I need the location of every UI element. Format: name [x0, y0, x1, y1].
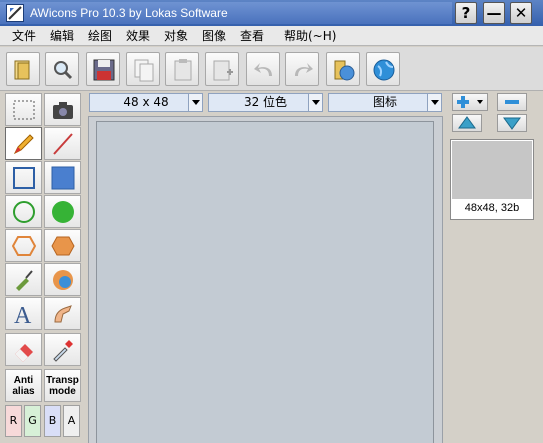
menu-view[interactable]: 查看 [240, 26, 264, 46]
text-tool[interactable]: A [5, 297, 42, 330]
pencil-tool[interactable] [5, 127, 42, 160]
chevron-down-icon [427, 94, 441, 111]
color-replace-tool[interactable] [44, 263, 81, 296]
zoom-icon [54, 61, 73, 80]
antialias-toggle[interactable]: Anti alias [5, 369, 42, 402]
rectangle-tool[interactable] [5, 161, 42, 194]
move-down-button[interactable] [497, 114, 527, 132]
zoom-button[interactable] [45, 52, 79, 86]
filled-ellipse-tool[interactable] [44, 195, 81, 228]
capture-tool[interactable] [44, 93, 81, 126]
undo-icon [254, 63, 272, 76]
open-button[interactable] [6, 52, 40, 86]
preview-thumbnail [452, 141, 532, 199]
web-icon [373, 59, 395, 81]
channel-r[interactable]: R [5, 405, 22, 437]
eraser-icon [15, 344, 33, 362]
menu-image[interactable]: 图像 [202, 26, 226, 46]
menu-edit[interactable]: 编辑 [50, 26, 74, 46]
open-icon [14, 60, 30, 80]
ellipse-icon [13, 201, 35, 223]
hexagon-icon [12, 236, 36, 256]
polygon-tool[interactable] [5, 229, 42, 262]
add-format-button[interactable] [452, 93, 488, 111]
plus-icon [457, 96, 483, 108]
channel-a[interactable]: A [63, 405, 80, 437]
help-button[interactable]: ? [455, 2, 477, 24]
filled-hexagon-icon [51, 236, 75, 256]
chevron-down-icon [308, 94, 322, 111]
size-select-value: 48 x 48 [123, 95, 169, 109]
menu-effects[interactable]: 效果 [126, 26, 150, 46]
channel-g[interactable]: G [24, 405, 41, 437]
move-up-button[interactable] [452, 114, 482, 132]
eraser-tool[interactable] [5, 333, 42, 366]
pencil-icon [13, 134, 34, 155]
filled-ellipse-icon [52, 201, 74, 223]
filled-polygon-tool[interactable] [44, 229, 81, 262]
transparency-mode-toggle[interactable]: Transp mode [44, 369, 81, 402]
copy-button[interactable] [126, 52, 160, 86]
color-picker-tool[interactable] [44, 333, 81, 366]
filled-rectangle-icon [51, 166, 75, 190]
menu-file[interactable]: 文件 [12, 26, 36, 46]
format-preview[interactable]: 48x48, 32b [450, 139, 534, 220]
depth-select[interactable]: 32 位色 [208, 93, 323, 112]
web-button[interactable] [366, 52, 400, 86]
menu-help[interactable]: 帮助(~H) [284, 26, 336, 46]
size-select[interactable]: 48 x 48 [89, 93, 203, 112]
eyedropper-icon [53, 340, 73, 362]
color-replace-icon [53, 270, 73, 290]
finger-tool[interactable] [44, 297, 81, 330]
select-tool[interactable] [5, 93, 42, 126]
arrow-down-icon [503, 117, 521, 130]
drawing-canvas[interactable] [96, 121, 434, 443]
paste-icon [174, 59, 192, 81]
window-title: AWicons Pro 10.3 by Lokas Software [0, 2, 452, 24]
close-button[interactable]: ✕ [510, 2, 532, 24]
filled-rectangle-tool[interactable] [44, 161, 81, 194]
library-icon [334, 60, 355, 81]
redo-icon [295, 63, 313, 76]
copy-icon [134, 59, 154, 82]
paste-new-button[interactable] [205, 52, 239, 86]
ellipse-tool[interactable] [5, 195, 42, 228]
menu-bar: 文件 编辑 绘图 效果 对象 图像 查看 帮助(~H) [0, 26, 543, 46]
text-icon: A [14, 303, 32, 326]
select-icon [13, 100, 35, 120]
app-icon [6, 4, 24, 22]
rectangle-icon [13, 167, 35, 189]
save-button[interactable] [86, 52, 120, 86]
svg-text:A: A [14, 303, 32, 326]
chevron-down-icon [188, 94, 202, 111]
toolbar [0, 47, 543, 91]
minimize-button[interactable]: — [483, 2, 505, 24]
title-bar: AWicons Pro 10.3 by Lokas Software ? — ✕ [0, 0, 543, 26]
redo-button[interactable] [285, 52, 319, 86]
depth-select-value: 32 位色 [243, 95, 288, 109]
airbrush-tool[interactable] [5, 263, 42, 296]
line-icon [53, 133, 73, 155]
hand-icon [54, 305, 72, 323]
airbrush-icon [16, 270, 33, 291]
camera-icon [53, 102, 73, 119]
preview-label: 48x48, 32b [464, 202, 520, 214]
paste-new-icon [213, 60, 233, 81]
line-tool[interactable] [44, 127, 81, 160]
save-icon [93, 59, 115, 81]
menu-object[interactable]: 对象 [164, 26, 188, 46]
undo-button[interactable] [246, 52, 280, 86]
type-select[interactable]: 图标 [328, 93, 442, 112]
remove-format-button[interactable] [497, 93, 527, 111]
type-select-value: 图标 [372, 95, 397, 109]
channel-b[interactable]: B [44, 405, 61, 437]
minus-icon [505, 100, 519, 104]
menu-draw[interactable]: 绘图 [88, 26, 112, 46]
library-button[interactable] [326, 52, 360, 86]
arrow-up-icon [458, 116, 476, 129]
paste-button[interactable] [165, 52, 199, 86]
